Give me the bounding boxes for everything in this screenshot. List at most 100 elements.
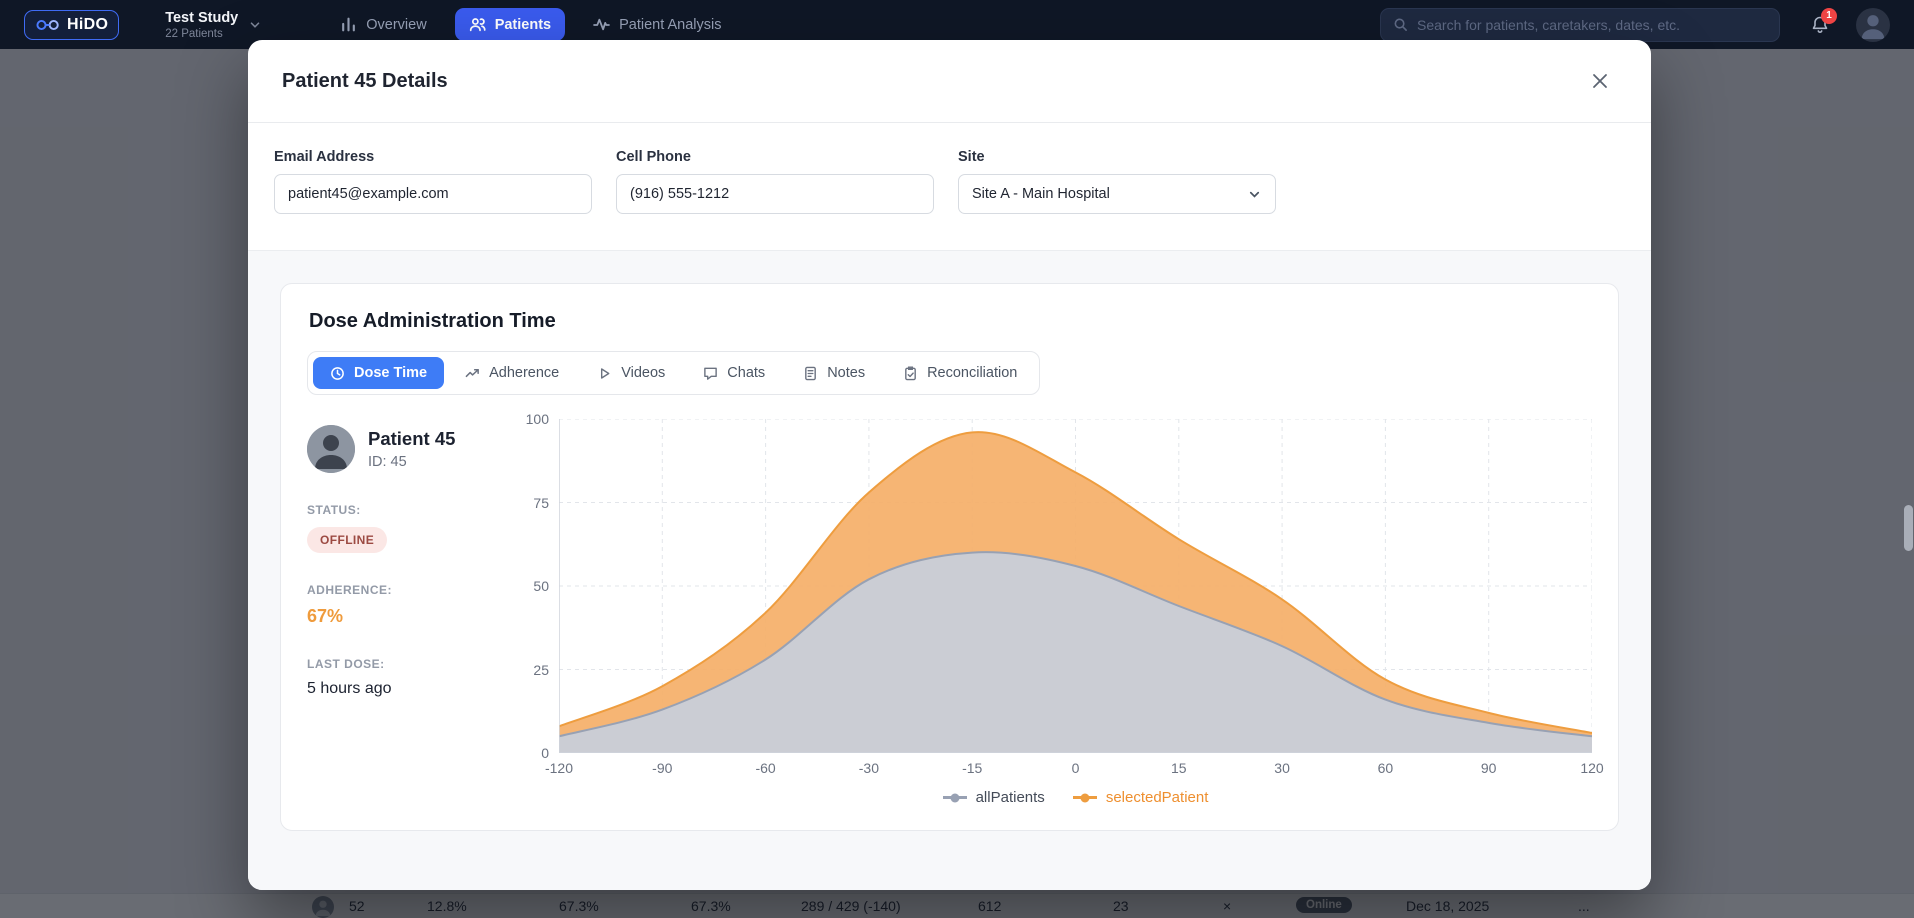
document-icon <box>803 366 818 381</box>
x-axis-label: 0 <box>1072 760 1080 776</box>
site-field-group: Site Site A - Main Hospital <box>958 149 1276 214</box>
scrollbar-thumb[interactable] <box>1904 505 1913 551</box>
x-axis-label: 90 <box>1481 760 1497 776</box>
x-axis-label: -120 <box>545 760 573 776</box>
chart-plot-area[interactable] <box>559 419 1592 753</box>
nav-patients[interactable]: Patients <box>455 8 565 41</box>
study-selector[interactable]: Test Study 22 Patients <box>165 10 262 40</box>
patient-avatar <box>307 425 355 473</box>
tab-reconciliation[interactable]: Reconciliation <box>886 357 1034 389</box>
dose-time-panel: Patient 45 ID: 45 STATUS: OFFLINE ADHERE… <box>307 419 1592 806</box>
hido-logo-icon <box>35 18 61 32</box>
legend-allpatients[interactable]: allPatients <box>943 789 1045 806</box>
last-dose-label: LAST DOSE: <box>307 657 517 671</box>
email-field-group: Email Address <box>274 149 592 214</box>
x-axis-label: 120 <box>1580 760 1603 776</box>
chevron-down-icon <box>248 18 262 32</box>
trending-up-icon <box>465 366 480 381</box>
modal-header: Patient 45 Details <box>248 40 1651 123</box>
play-icon <box>597 366 612 381</box>
search-bar[interactable] <box>1380 8 1780 42</box>
x-axis-label: 15 <box>1171 760 1187 776</box>
chevron-down-icon <box>1247 187 1262 202</box>
x-axis-label: -90 <box>652 760 672 776</box>
last-dose-value: 5 hours ago <box>307 680 517 698</box>
tab-notes[interactable]: Notes <box>786 357 882 389</box>
email-input[interactable] <box>274 174 592 214</box>
close-button[interactable] <box>1583 64 1617 98</box>
app-logo[interactable]: HiDO <box>24 10 119 40</box>
y-axis-label: 75 <box>533 494 549 512</box>
people-icon <box>469 16 486 33</box>
chart-legend: allPatients selectedPatient <box>559 789 1592 806</box>
site-select[interactable]: Site A - Main Hospital <box>958 174 1276 214</box>
x-axis-label: -60 <box>755 760 775 776</box>
navbar-right: 1 <box>1380 8 1890 42</box>
patient-details-modal: Patient 45 Details Email Address Cell Ph… <box>248 40 1651 890</box>
clock-icon <box>330 366 345 381</box>
legend-marker-icon <box>1073 796 1097 799</box>
legend-label: selectedPatient <box>1106 789 1209 806</box>
page-scrollbar[interactable] <box>1904 0 1913 918</box>
nav-patients-label: Patients <box>495 17 551 33</box>
x-axis-label: 30 <box>1274 760 1290 776</box>
tab-videos[interactable]: Videos <box>580 357 682 389</box>
brand-name: HiDO <box>67 16 108 34</box>
notification-badge: 1 <box>1821 8 1837 24</box>
y-axis-label: 25 <box>533 661 549 679</box>
nav-patient-analysis-label: Patient Analysis <box>619 17 721 33</box>
modal-title: Patient 45 Details <box>282 70 448 93</box>
dose-time-chart: 0255075100 -120-90-60-30-15015306090120 … <box>517 419 1592 806</box>
patient-info-panel: Patient 45 ID: 45 STATUS: OFFLINE ADHERE… <box>307 419 517 806</box>
dose-admin-card: Dose Administration Time Dose Time Adher… <box>280 283 1619 831</box>
phone-label: Cell Phone <box>616 149 934 165</box>
clipboard-check-icon <box>903 366 918 381</box>
bar-chart-icon <box>340 16 357 33</box>
tab-label: Notes <box>827 365 865 381</box>
card-title: Dose Administration Time <box>309 310 1592 333</box>
site-label: Site <box>958 149 1276 165</box>
legend-selectedpatient[interactable]: selectedPatient <box>1073 789 1209 806</box>
nav-patient-analysis[interactable]: Patient Analysis <box>579 8 735 41</box>
activity-pulse-icon <box>593 16 610 33</box>
x-axis-label: 60 <box>1378 760 1394 776</box>
tab-dose-time[interactable]: Dose Time <box>313 357 444 389</box>
x-axis-label: -30 <box>859 760 879 776</box>
phone-input[interactable] <box>616 174 934 214</box>
tab-label: Chats <box>727 365 765 381</box>
site-select-value: Site A - Main Hospital <box>972 186 1110 202</box>
phone-field-group: Cell Phone <box>616 149 934 214</box>
adherence-value: 67% <box>307 606 517 627</box>
patient-contact-form: Email Address Cell Phone Site Site A - M… <box>248 123 1651 250</box>
area-chart-svg <box>559 419 1592 753</box>
tab-label: Dose Time <box>354 365 427 381</box>
x-axis: -120-90-60-30-15015306090120 <box>559 753 1592 781</box>
legend-marker-icon <box>943 796 967 799</box>
card-tabs: Dose Time Adherence Videos <box>307 351 1040 395</box>
y-axis-label: 50 <box>533 577 549 595</box>
nav-overview-label: Overview <box>366 17 426 33</box>
modal-body: Dose Administration Time Dose Time Adher… <box>248 250 1651 890</box>
y-axis: 0255075100 <box>517 419 559 753</box>
x-axis-label: -15 <box>962 760 982 776</box>
search-input[interactable] <box>1417 17 1767 33</box>
study-patient-count: 22 Patients <box>165 28 238 40</box>
status-label: STATUS: <box>307 503 517 517</box>
adherence-label: ADHERENCE: <box>307 583 517 597</box>
tab-label: Videos <box>621 365 665 381</box>
patient-id: ID: 45 <box>368 454 455 470</box>
tab-label: Reconciliation <box>927 365 1017 381</box>
legend-label: allPatients <box>976 789 1045 806</box>
patient-name: Patient 45 <box>368 428 455 450</box>
user-avatar[interactable] <box>1856 8 1890 42</box>
close-icon <box>1590 71 1610 91</box>
main-nav: Overview Patients Patient Analysis <box>326 8 735 41</box>
tab-chats[interactable]: Chats <box>686 357 782 389</box>
status-badge: OFFLINE <box>307 527 387 553</box>
nav-overview[interactable]: Overview <box>326 8 440 41</box>
y-axis-label: 100 <box>526 410 549 428</box>
tab-adherence[interactable]: Adherence <box>448 357 576 389</box>
notifications-button[interactable]: 1 <box>1810 15 1830 35</box>
search-icon <box>1393 17 1408 32</box>
study-name: Test Study <box>165 10 238 26</box>
